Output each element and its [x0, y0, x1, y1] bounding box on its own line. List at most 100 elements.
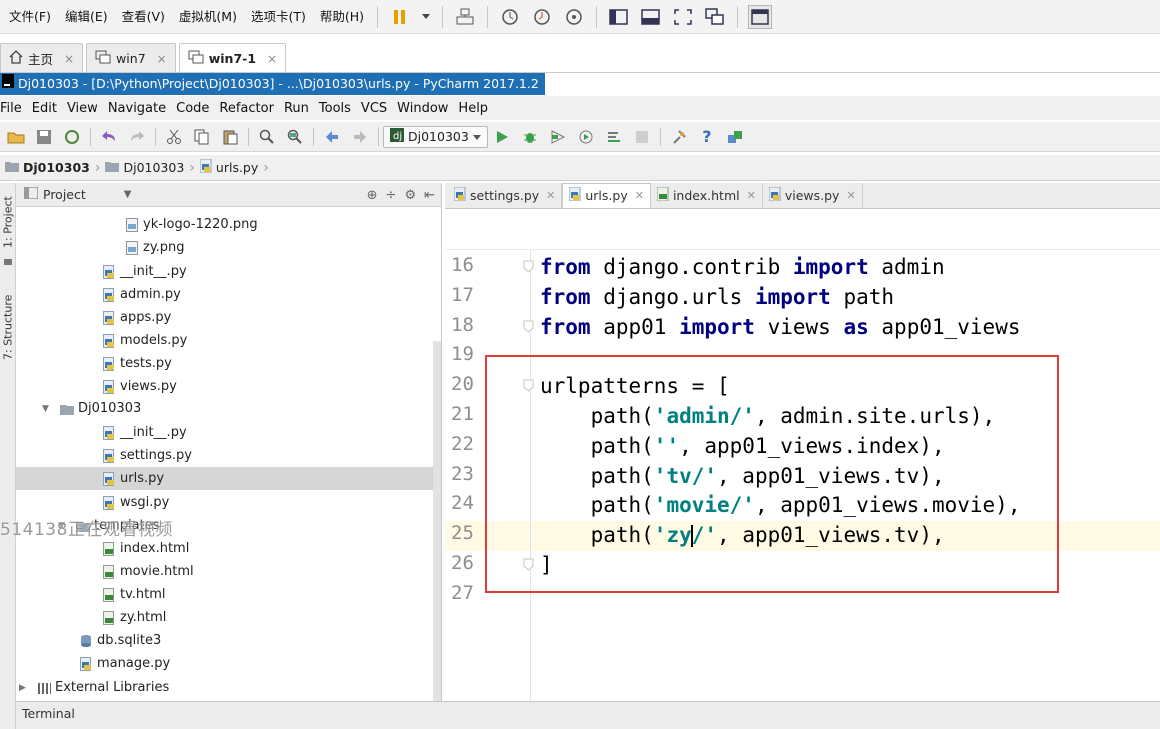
close-icon[interactable]: ×: [64, 52, 74, 66]
tree-item[interactable]: movie.html: [102, 560, 194, 583]
tree-item[interactable]: __init__.py: [102, 260, 187, 283]
vm-menu-file[interactable]: 文件(F): [2, 0, 58, 34]
menu-tools[interactable]: Tools: [314, 101, 356, 116]
menu-edit[interactable]: Edit: [27, 101, 62, 116]
close-icon[interactable]: ✕: [846, 189, 855, 202]
coverage-icon[interactable]: [547, 126, 569, 148]
menu-navigate[interactable]: Navigate: [103, 101, 171, 116]
tree-item[interactable]: apps.py: [102, 306, 171, 329]
editor-tab-urls[interactable]: urls.py ✕: [562, 183, 651, 208]
gear-icon[interactable]: ⚙: [404, 188, 416, 203]
replace-icon[interactable]: [284, 126, 306, 148]
collapse-arrow-icon[interactable]: ▶: [19, 683, 33, 693]
close-icon[interactable]: ✕: [635, 189, 644, 202]
collapse-all-icon[interactable]: ÷: [386, 188, 397, 203]
project-view-select[interactable]: Project: [43, 187, 86, 202]
open-folder-icon[interactable]: [5, 126, 27, 148]
python-file-icon: [102, 495, 116, 511]
run-configuration-select[interactable]: dj Dj010303: [383, 125, 488, 148]
tree-item[interactable]: settings.py: [102, 444, 192, 467]
vm-menu-help[interactable]: 帮助(H): [313, 0, 371, 34]
fullscreen-icon[interactable]: [671, 5, 695, 29]
vm-menu-edit[interactable]: 编辑(E): [58, 0, 115, 34]
tree-item[interactable]: db.sqlite3: [79, 629, 161, 652]
vm-tab-home[interactable]: 主页 ×: [0, 43, 84, 73]
tree-item[interactable]: zy.html: [102, 606, 166, 629]
thumbnail-view-icon[interactable]: [639, 5, 663, 29]
undo-icon[interactable]: [98, 126, 120, 148]
close-icon[interactable]: ×: [157, 52, 167, 66]
vcs-icon[interactable]: [724, 126, 746, 148]
vm-menu-vm[interactable]: 虚拟机(M): [172, 0, 244, 34]
terminal-tool-button[interactable]: Terminal: [16, 701, 1160, 729]
menu-refactor[interactable]: Refactor: [214, 101, 279, 116]
console-view-icon[interactable]: [748, 4, 773, 29]
tree-item[interactable]: ▶ External Libraries: [19, 676, 169, 699]
redo-icon[interactable]: [126, 126, 148, 148]
menu-file[interactable]: File: [0, 101, 27, 116]
tree-item[interactable]: tv.html: [102, 583, 166, 606]
snapshot-manager-icon[interactable]: [562, 5, 586, 29]
paste-icon[interactable]: [219, 126, 241, 148]
vm-menu-tabs[interactable]: 选项卡(T): [244, 0, 313, 34]
help-icon[interactable]: ?: [696, 126, 718, 148]
expand-arrow-icon[interactable]: ▼: [42, 404, 56, 414]
run-icon[interactable]: [491, 126, 513, 148]
menu-code[interactable]: Code: [171, 101, 214, 116]
scroll-from-source-icon[interactable]: ⊕: [367, 188, 378, 203]
tree-item[interactable]: wsgi.py: [102, 491, 169, 514]
tree-item[interactable]: admin.py: [102, 283, 181, 306]
project-tool-button[interactable]: 1: Project: [0, 191, 16, 253]
copy-icon[interactable]: [191, 126, 213, 148]
tree-item[interactable]: tests.py: [102, 352, 172, 375]
editor-tab-settings[interactable]: settings.py ✕: [448, 183, 563, 208]
settings-icon[interactable]: [668, 126, 690, 148]
menu-help[interactable]: Help: [453, 101, 493, 116]
vm-tab-win7[interactable]: win7 ×: [86, 43, 176, 73]
cut-icon[interactable]: [163, 126, 185, 148]
vm-menu-view[interactable]: 查看(V): [115, 0, 172, 34]
menu-vcs[interactable]: VCS: [356, 101, 392, 116]
editor-tab-index[interactable]: index.html ✕: [651, 183, 763, 208]
tree-item[interactable]: views.py: [102, 375, 177, 398]
close-icon[interactable]: ×: [267, 52, 277, 66]
structure-tool-button[interactable]: 7: Structure: [0, 283, 16, 371]
concurrency-icon[interactable]: [603, 126, 625, 148]
pause-icon[interactable]: [388, 5, 412, 29]
find-icon[interactable]: [256, 126, 278, 148]
breadcrumb-package[interactable]: Dj010303: [100, 160, 189, 175]
tree-item[interactable]: ▼ Dj010303: [42, 397, 141, 420]
snapshot-icon[interactable]: [498, 5, 522, 29]
profile-icon[interactable]: [575, 126, 597, 148]
breadcrumb-project[interactable]: Dj010303: [0, 160, 95, 175]
chevron-down-icon[interactable]: [420, 5, 432, 29]
sync-icon[interactable]: [61, 126, 83, 148]
project-scrollbar[interactable]: [433, 341, 441, 701]
revert-snapshot-icon[interactable]: [530, 5, 554, 29]
send-keys-icon[interactable]: [453, 5, 477, 29]
forward-icon[interactable]: [349, 126, 371, 148]
debug-icon[interactable]: [519, 126, 541, 148]
back-icon[interactable]: [321, 126, 343, 148]
tree-item[interactable]: manage.py: [79, 652, 170, 675]
unity-icon[interactable]: [703, 5, 727, 29]
menu-window[interactable]: Window: [392, 101, 453, 116]
chevron-down-icon[interactable]: ▼: [124, 189, 132, 200]
stop-icon[interactable]: [631, 126, 653, 148]
menu-run[interactable]: Run: [279, 101, 314, 116]
tree-item[interactable]: models.py: [102, 329, 187, 352]
tree-item[interactable]: __init__.py: [102, 421, 187, 444]
close-icon[interactable]: ✕: [747, 189, 756, 202]
menu-view[interactable]: View: [62, 101, 103, 116]
editor-tab-views[interactable]: views.py ✕: [763, 183, 863, 208]
vm-tab-win7-1[interactable]: win7-1 ×: [178, 43, 287, 73]
tree-item[interactable]: urls.py: [16, 467, 434, 490]
save-icon[interactable]: [33, 126, 55, 148]
sidebar-view-icon[interactable]: [607, 5, 631, 29]
tree-item[interactable]: index.html: [102, 537, 189, 560]
close-icon[interactable]: ✕: [546, 189, 555, 202]
tree-item[interactable]: zy.png: [125, 236, 185, 259]
hide-panel-icon[interactable]: ⇤: [424, 188, 435, 203]
tree-item[interactable]: yk-logo-1220.png: [125, 213, 258, 236]
breadcrumb-file[interactable]: urls.py: [195, 158, 263, 176]
